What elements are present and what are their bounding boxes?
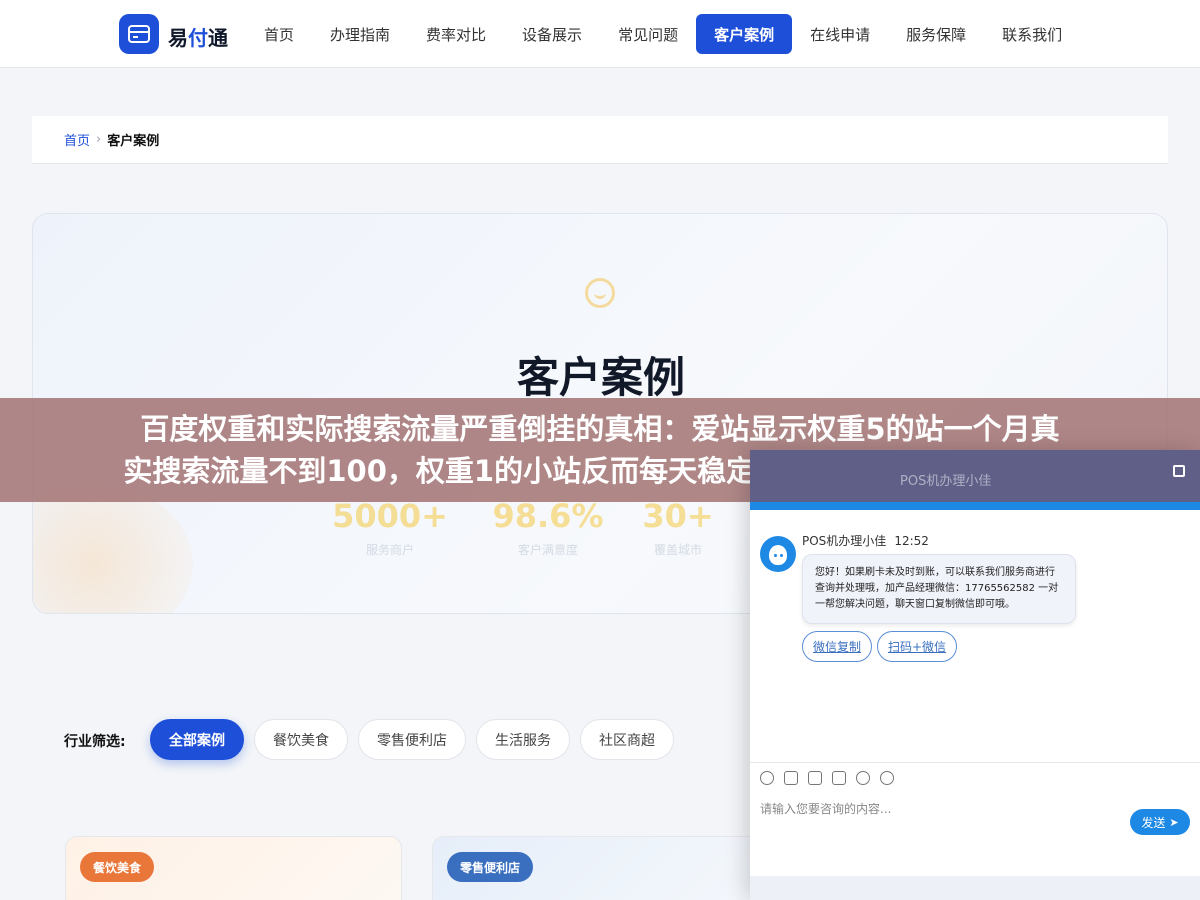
chat-accent-stripe [750,502,1200,510]
logo-text-accent: 付 [188,26,208,50]
image-icon[interactable] [784,771,798,785]
stat-satisfaction: 98.6% 客户满意度 [473,497,623,558]
nav-cases[interactable]: 客户案例 [696,14,793,54]
filter-label: 行业筛选: [64,734,126,750]
case-card[interactable]: 餐饮美食 [65,836,402,900]
logo-text-part: 易 [168,26,188,50]
shield-icon[interactable] [832,771,846,785]
page-title: 客户案例 [516,353,685,402]
chat-header: POS机办理小佳 [750,450,1200,502]
send-label: 发送 [1141,815,1166,830]
wechat-icon[interactable] [880,771,894,785]
scan-wechat-button[interactable]: 扫码+微信 [877,631,958,662]
send-button[interactable]: 发送 ➤ [1130,809,1190,835]
maximize-icon[interactable] [1173,465,1185,477]
stat-value: 30+ [642,497,714,535]
chat-header-title: POS机办理小佳 [900,474,992,489]
logo-text[interactable]: 易付通 [168,22,228,51]
nav-guarantee[interactable]: 服务保障 [888,14,984,54]
nav-apply[interactable]: 在线申请 [792,14,888,54]
message-meta: POS机办理小佳 12:52 [802,532,929,549]
breadcrumb-home-link[interactable]: 首页 [64,130,90,149]
case-category-tag: 餐饮美食 [80,852,155,882]
stat-label: 覆盖城市 [653,543,702,557]
chat-footer [750,876,1200,900]
emoji-icon[interactable] [760,771,774,785]
divider [750,762,1200,763]
message-bubble: 您好！如果刷卡未及时到账，可以联系我们服务商进行查询并处理哦，加产品经理微信：1… [802,554,1076,624]
nav-faq[interactable]: 常见问题 [600,14,696,54]
nav-home[interactable]: 首页 [246,14,312,54]
breadcrumb-current: 客户案例 [107,134,160,149]
stat-label: 服务商户 [365,543,414,557]
logo-card-icon[interactable] [119,14,159,54]
nav-contact[interactable]: 联系我们 [984,14,1080,54]
avatar-eye [774,554,777,557]
avatar-eye [780,554,783,557]
stat-merchants: 5000+ 服务商户 [315,497,465,558]
nav-devices[interactable]: 设备展示 [504,14,600,54]
chat-widget: POS机办理小佳 POS机办理小佳 12:52 您好！如果刷卡未及时到账，可以联系… [750,450,1200,900]
agent-name: POS机办理小佳 [802,534,887,548]
stat-cities: 30+ 覆盖城市 [603,497,753,558]
send-icon: ➤ [1169,815,1179,829]
banner-line: 百度权重和实际搜索流量严重倒挂的真相：爱站显示权重5的站一个月真 [140,412,1060,446]
filter-chips: 全部案例 餐饮美食 零售便利店 生活服务 社区商超 [150,719,684,760]
filter-chip-retail[interactable]: 零售便利店 [358,719,466,760]
main-nav: 首页 办理指南 费率对比 设备展示 常见问题 客户案例 在线申请 服务保障 联系… [246,14,1080,54]
chat-input[interactable]: 请输入您要咨询的内容... [760,800,1120,817]
stat-label: 客户满意度 [517,543,578,557]
site-header: 易付通 首页 办理指南 费率对比 设备展示 常见问题 客户案例 在线申请 服务保… [0,0,1200,68]
breadcrumb-separator: › [96,132,102,147]
stat-value: 98.6% [492,497,604,535]
chat-toolbar [760,771,904,785]
logo-text-part: 通 [208,26,228,50]
mute-icon[interactable] [856,771,870,785]
avatar-face [769,545,787,565]
case-category-tag: 零售便利店 [447,852,534,882]
filter-chip-food[interactable]: 餐饮美食 [254,719,348,760]
screenshot-icon[interactable] [808,771,822,785]
credit-card-icon [128,25,150,43]
nav-guide[interactable]: 办理指南 [312,14,408,54]
agent-avatar [760,536,796,572]
filter-chip-supermarket[interactable]: 社区商超 [580,719,674,760]
smile-icon [585,278,615,308]
breadcrumb: 首页 › 客户案例 [32,116,1168,164]
stat-value: 5000+ [332,497,448,535]
filter-chip-all[interactable]: 全部案例 [150,719,244,760]
copy-wechat-button[interactable]: 微信复制 [802,631,873,662]
nav-rates[interactable]: 费率对比 [408,14,504,54]
hero-decoration [33,484,193,613]
case-card[interactable]: 零售便利店 [432,836,769,900]
filter-chip-services[interactable]: 生活服务 [476,719,570,760]
message-time: 12:52 [894,534,929,548]
